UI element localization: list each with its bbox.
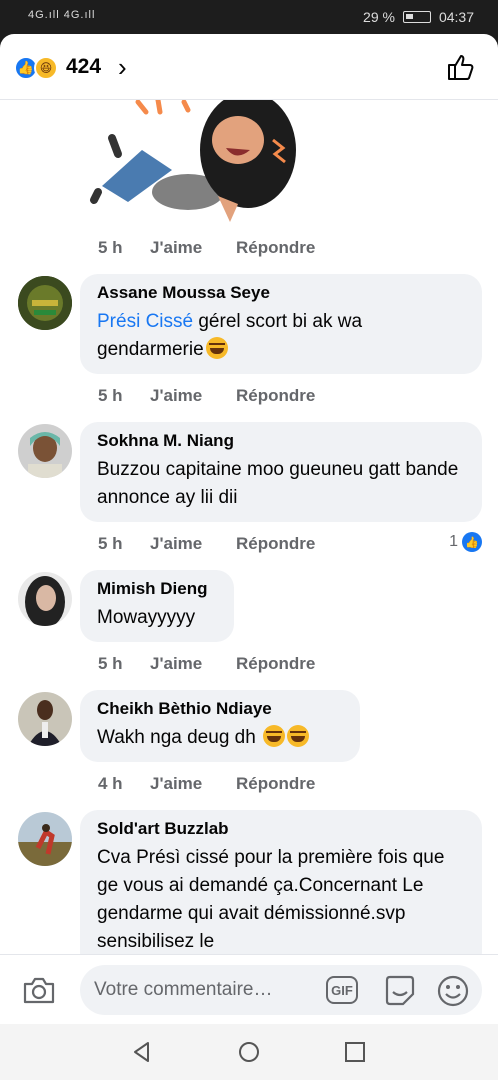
like-button[interactable]: J'aime [150,386,236,406]
avatar[interactable] [18,276,72,330]
like-icon: 👍 [462,532,482,552]
laughing-woman-sticker [90,100,296,222]
comment-author[interactable]: Sokhna M. Niang [97,431,465,451]
comment-meta: 5 h J'aime Répondre [98,534,315,554]
comment-text: Prési Cissé gérel scort bi ak wa gendarm… [97,308,465,364]
camera-icon[interactable] [22,975,56,1005]
signal-indicator: 4G.ıll 4G.ıll [28,9,96,21]
avatar[interactable] [18,572,72,626]
back-icon[interactable] [130,1040,154,1064]
reaction-count[interactable]: 424 [66,55,101,79]
comments-list: 5 h J'aime Répondre Assane Moussa Seye P… [0,100,498,954]
comment-bubble: Mimish Dieng Mowayyyyy [80,570,234,642]
mention-link[interactable]: Prési Cissé [97,311,193,332]
comment-body: Buzzou capitaine moo gueuneu gatt bande … [97,459,459,508]
comment-meta: 5 h J'aime Répondre [98,654,315,674]
comment-body: Cva Présì cissé pour la première fois qu… [97,847,445,952]
comment-reaction-count[interactable]: 1 👍 [449,532,482,552]
comment-time: 4 h [98,774,123,793]
reply-button[interactable]: Répondre [236,386,315,406]
comment-meta: 5 h J'aime Répondre [98,238,315,258]
avatar-image [18,812,72,866]
comment-body: Mowayyyyy [97,607,196,628]
comment-author[interactable]: Cheikh Bèthio Ndiaye [97,699,343,719]
reactions-header[interactable]: 👍 😆 424 › [0,34,498,100]
comment-author[interactable]: Mimish Dieng [97,579,217,599]
avatar[interactable] [18,424,72,478]
chevron-right-icon[interactable]: › [118,52,127,83]
avatar-image [18,572,72,626]
comment-meta: 4 h J'aime Répondre [98,774,315,794]
battery-icon [402,11,431,23]
comment-author[interactable]: Sold'art Buzzlab [97,819,465,839]
comment-composer: Votre commentaire… GIF [0,954,498,1024]
comment-time: 5 h [98,238,123,257]
comment-bubble: Sold'art Buzzlab Cva Présì cissé pour la… [80,810,482,954]
thumbs-up-icon[interactable] [446,52,476,82]
gif-icon[interactable]: GIF [326,976,358,1004]
system-navigation-bar [0,1024,498,1080]
comment-input[interactable]: Votre commentaire… GIF [80,965,482,1015]
comment-placeholder: Votre commentaire… [94,979,273,1000]
comment-time: 5 h [98,654,123,673]
like-button[interactable]: J'aime [150,774,236,794]
sticker-icon[interactable] [383,974,417,1008]
recents-icon[interactable] [343,1040,367,1064]
laughing-emoji-icon [263,725,286,747]
laughing-emoji-icon [287,725,310,747]
comment-bubble: Cheikh Bèthio Ndiaye Wakh nga deug dh [80,690,360,762]
like-button[interactable]: J'aime [150,654,236,674]
laughing-emoji-icon [205,337,228,359]
avatar-image [18,424,72,478]
like-button[interactable]: J'aime [150,238,236,258]
reply-button[interactable]: Répondre [236,238,315,258]
status-bar: 4G.ıll 4G.ıll 29 % 04:37 [0,0,498,34]
like-button[interactable]: J'aime [150,534,236,554]
avatar-image [18,276,72,330]
avatar[interactable] [18,692,72,746]
clock: 04:37 [438,9,474,25]
reaction-number: 1 [449,533,458,550]
comment-text: Wakh nga deug dh [97,724,343,752]
battery-percentage: 29 % [363,9,395,25]
comments-sheet: 👍 😆 424 › 5 h J'aime Répondre Assane Mou… [0,34,498,1024]
haha-icon: 😆 [34,56,58,80]
comment-bubble: Sokhna M. Niang Buzzou capitaine moo gue… [80,422,482,522]
comment-meta: 5 h J'aime Répondre [98,386,315,406]
comment-time: 5 h [98,534,123,553]
reply-button[interactable]: Répondre [236,774,315,794]
home-icon[interactable] [237,1040,261,1064]
reply-button[interactable]: Répondre [236,534,315,554]
avatar[interactable] [18,812,72,866]
emoji-icon[interactable] [436,974,470,1008]
status-right: 29 % 04:37 [363,9,474,25]
comment-author[interactable]: Assane Moussa Seye [97,283,465,303]
avatar-image [18,692,72,746]
comment-body: Wakh nga deug dh [97,727,262,748]
reply-button[interactable]: Répondre [236,654,315,674]
comment-bubble: Assane Moussa Seye Prési Cissé gérel sco… [80,274,482,374]
reaction-icons: 👍 😆 [14,56,58,80]
comment-time: 5 h [98,386,123,405]
